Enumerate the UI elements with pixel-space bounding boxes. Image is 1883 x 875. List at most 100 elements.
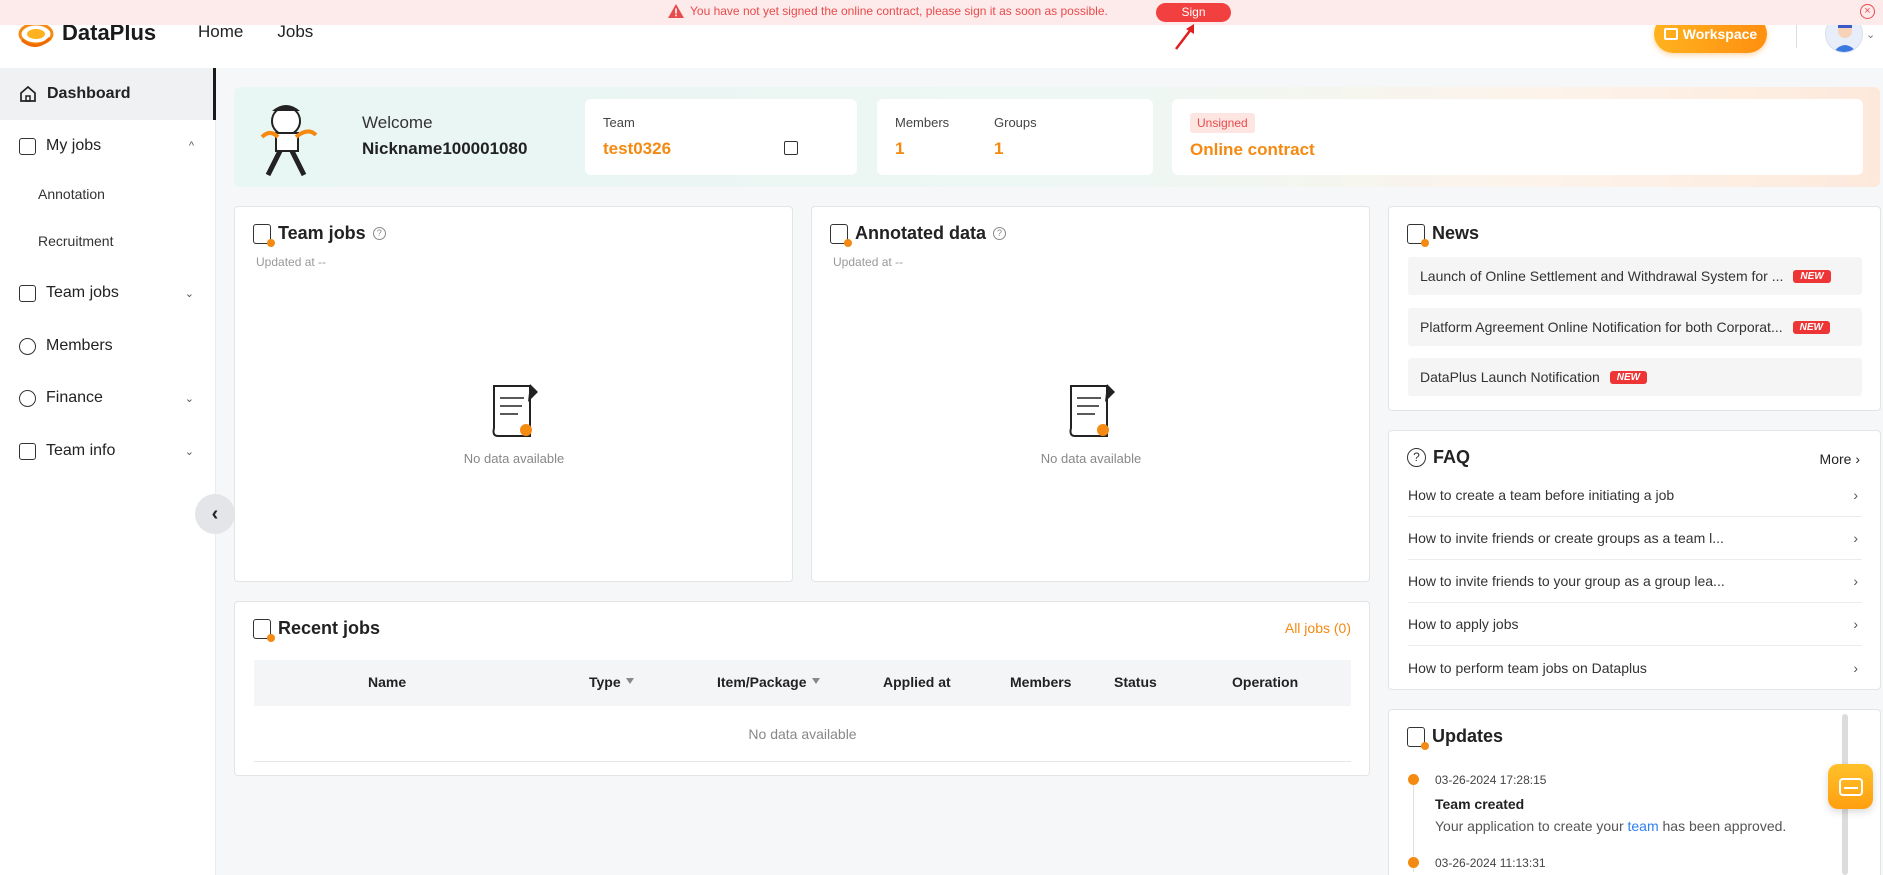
column-header-item-package[interactable]: Item/Package xyxy=(717,674,820,690)
sidebar-item-members[interactable]: Members xyxy=(0,320,214,372)
empty-text: No data available xyxy=(1040,451,1142,466)
sidebar-item-my-jobs[interactable]: My jobs ^ xyxy=(0,120,214,172)
update-text: has been approved. xyxy=(1658,818,1787,834)
chevron-down-icon: ⌄ xyxy=(184,287,194,300)
news-item[interactable]: DataPlus Launch Notification NEW xyxy=(1408,358,1862,396)
column-header-type[interactable]: Type xyxy=(589,674,634,690)
faq-question: How to create a team before initiating a… xyxy=(1408,487,1675,503)
updated-at: Updated at -- xyxy=(833,255,904,269)
new-badge: NEW xyxy=(1793,269,1831,283)
card-title-text: Team jobs xyxy=(278,223,366,243)
mascot-illustration xyxy=(260,105,318,177)
message-button[interactable] xyxy=(1828,764,1873,809)
chevron-right-icon: › xyxy=(1853,616,1858,632)
finance-icon xyxy=(19,389,36,407)
new-badge: NEW xyxy=(1792,320,1830,334)
column-label: Name xyxy=(368,674,407,690)
contract-warning-banner: You have not yet signed the online contr… xyxy=(0,0,1883,25)
recent-jobs-icon xyxy=(253,618,275,642)
faq-question-icon: ? xyxy=(1407,448,1426,467)
avatar-chevron-icon[interactable]: ⌄ xyxy=(1866,28,1875,41)
card-title-text: News xyxy=(1432,223,1480,243)
contract-card[interactable]: Unsigned Online contract xyxy=(1172,99,1863,175)
top-nav: Home Jobs xyxy=(198,22,313,42)
sidebar-item-dashboard[interactable]: Dashboard xyxy=(0,68,216,120)
column-label: Item/Package xyxy=(717,674,807,690)
filter-icon[interactable] xyxy=(811,677,820,687)
sidebar-item-team-jobs[interactable]: Team jobs ⌄ xyxy=(0,267,214,319)
nav-home[interactable]: Home xyxy=(198,22,243,42)
help-icon[interactable]: ? xyxy=(993,227,1007,240)
team-link[interactable]: team xyxy=(1628,818,1659,834)
team-label: Team xyxy=(603,115,635,130)
annotated-data-card: Annotated data ? Updated at -- No data a… xyxy=(811,206,1370,582)
groups-label: Groups xyxy=(994,115,1037,130)
faq-item[interactable]: How to invite friends or create groups a… xyxy=(1408,517,1862,560)
team-info-icon xyxy=(19,442,36,460)
sidebar-subitem-recruitment[interactable]: Recruitment xyxy=(38,233,113,249)
all-jobs-link[interactable]: All jobs (0) xyxy=(1285,620,1351,636)
online-contract-link[interactable]: Online contract xyxy=(1190,140,1315,160)
update-time: 03-26-2024 17:28:15 xyxy=(1435,773,1547,787)
update-text: Your application to create your xyxy=(1435,818,1628,834)
team-jobs-card: Team jobs ? Updated at -- No data availa… xyxy=(234,206,793,582)
sidebar-item-team-info[interactable]: Team info ⌄ xyxy=(0,425,214,477)
filter-icon[interactable] xyxy=(625,677,634,687)
recent-jobs-card: Recent jobs All jobs (0) Name Type Item/… xyxy=(234,601,1370,776)
updates-icon xyxy=(1407,726,1429,750)
empty-document-icon xyxy=(1069,384,1115,437)
edit-icon[interactable] xyxy=(784,141,798,155)
members-groups-card: Members 1 Groups 1 xyxy=(877,99,1153,175)
team-jobs-icon xyxy=(19,284,36,302)
sidebar-item-label: Team info xyxy=(46,442,116,459)
sidebar-item-label: My jobs xyxy=(46,137,102,154)
news-item[interactable]: Launch of Online Settlement and Withdraw… xyxy=(1408,257,1862,295)
empty-text: No data available xyxy=(463,451,565,466)
faq-item[interactable]: How to invite friends to your group as a… xyxy=(1408,560,1862,603)
mail-icon xyxy=(1838,777,1863,796)
faq-question: How to apply jobs xyxy=(1408,616,1519,632)
empty-document-icon xyxy=(492,384,538,437)
timeline-dot xyxy=(1408,774,1419,785)
card-title-text: Updates xyxy=(1432,726,1504,746)
column-label: Operation xyxy=(1232,674,1299,690)
chevron-right-icon: › xyxy=(1853,487,1858,503)
welcome-label: Welcome xyxy=(362,113,433,132)
help-icon[interactable]: ? xyxy=(372,227,386,240)
update-description: Your application to create your team has… xyxy=(1435,818,1786,834)
column-label: Status xyxy=(1114,674,1157,690)
update-title: Team created xyxy=(1435,796,1525,812)
faq-question: How to perform team jobs on Dataplus xyxy=(1408,659,1647,676)
members-value[interactable]: 1 xyxy=(895,139,904,159)
banner-message: You have not yet signed the online contr… xyxy=(690,4,1108,18)
faq-item[interactable]: How to apply jobs › xyxy=(1408,603,1862,646)
news-card: News Launch of Online Settlement and Wit… xyxy=(1388,206,1881,411)
sidebar-subitem-annotation[interactable]: Annotation xyxy=(38,186,105,202)
empty-state: No data available xyxy=(1031,378,1151,466)
sign-button[interactable]: Sign xyxy=(1156,3,1231,22)
news-title: DataPlus Launch Notification xyxy=(1420,369,1600,385)
empty-state: No data available xyxy=(454,378,574,466)
nav-jobs[interactable]: Jobs xyxy=(277,22,313,42)
groups-value[interactable]: 1 xyxy=(994,139,1003,159)
faq-item[interactable]: How to create a team before initiating a… xyxy=(1408,474,1862,517)
chevron-up-icon: ^ xyxy=(188,140,194,152)
sidebar-collapse-button[interactable]: ‹ xyxy=(195,494,235,534)
faq-question: How to invite friends or create groups a… xyxy=(1408,530,1724,546)
sidebar-item-label: Team jobs xyxy=(46,284,119,301)
team-jobs-icon xyxy=(253,223,275,247)
sidebar-item-label: Members xyxy=(46,337,113,354)
sidebar-item-finance[interactable]: Finance ⌄ xyxy=(0,372,214,424)
home-icon xyxy=(20,85,36,102)
news-item[interactable]: Platform Agreement Online Notification f… xyxy=(1408,308,1862,346)
banner-close-icon[interactable]: × xyxy=(1860,4,1875,19)
faq-more-link[interactable]: More › xyxy=(1820,451,1860,467)
welcome-nickname: Nickname100001080 xyxy=(362,139,528,158)
sidebar-item-label: Finance xyxy=(46,389,103,406)
card-title: Team jobs ? xyxy=(253,223,386,247)
timeline-dot xyxy=(1408,857,1419,868)
update-time: 03-26-2024 11:13:31 xyxy=(1435,856,1546,870)
pointer-arrow-icon xyxy=(1175,24,1194,50)
team-value[interactable]: test0326 xyxy=(603,139,671,159)
faq-item[interactable]: How to perform team jobs on Dataplus › xyxy=(1408,646,1862,689)
